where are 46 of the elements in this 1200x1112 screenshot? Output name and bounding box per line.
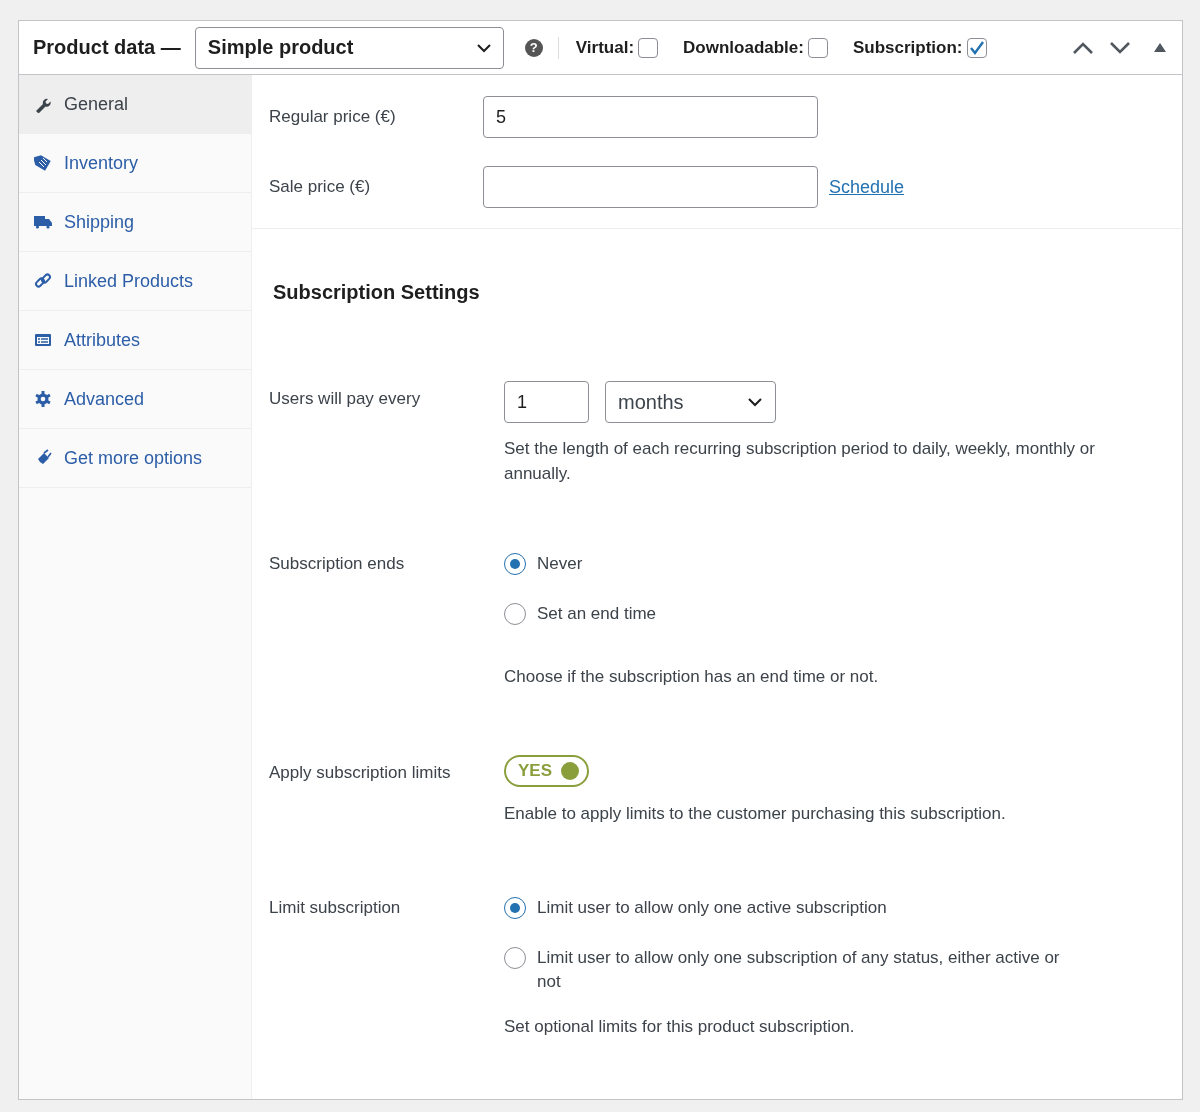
collapse-icon[interactable] <box>1154 43 1166 52</box>
sidebar-tab[interactable]: Linked Products <box>19 252 251 311</box>
tag-icon <box>34 154 52 172</box>
sidebar-tab[interactable]: Inventory <box>19 134 251 193</box>
truck-icon <box>34 213 52 231</box>
option-label: Limit user to allow only one subscription of any status, either active or not <box>537 947 1061 993</box>
move-up-icon[interactable] <box>1072 40 1094 55</box>
option-label: Virtual: <box>575 37 635 58</box>
sidebar-tab[interactable]: Attributes <box>19 311 251 370</box>
checkbox[interactable] <box>966 37 987 58</box>
field-description: Set optional limits for this product subscription. <box>504 1016 856 1038</box>
field-label: Limit subscription <box>269 897 402 918</box>
interval-input[interactable]: 1 <box>504 381 589 423</box>
checkbox[interactable] <box>638 37 659 58</box>
move-down-icon[interactable] <box>1109 40 1131 55</box>
chevron-down-icon <box>475 42 492 53</box>
checkbox[interactable] <box>807 37 828 58</box>
option-label: Set an end time <box>537 603 657 625</box>
sidebar-tab[interactable]: Get more options <box>19 429 251 488</box>
field-description: Enable to apply limits to the customer purchasing this subscription. <box>504 803 1007 825</box>
section-heading: Subscription Settings <box>273 281 481 304</box>
field-label: Users will pay every <box>269 388 422 409</box>
field-description: Set the length of each recurring subscription period to daily, weekly, monthly or annually. <box>504 438 1096 485</box>
list-icon <box>34 331 52 349</box>
field-description: Choose if the subscription has an end time or not. <box>504 666 880 688</box>
option-label: Subscription: <box>852 37 963 58</box>
price-input[interactable]: 5 <box>483 96 818 138</box>
sidebar-tab[interactable]: General <box>19 75 251 134</box>
period-dropdown[interactable]: months <box>605 381 776 423</box>
sidebar-tab[interactable]: Advanced <box>19 370 251 429</box>
link-icon <box>34 272 52 290</box>
sidebar-tab[interactable]: Shipping <box>19 193 251 252</box>
product-type-dropdown[interactable]: Simple product <box>194 26 504 69</box>
field-label: Apply subscription limits <box>269 762 452 783</box>
field-label: Regular price (€) <box>269 107 397 127</box>
field-label: Sale price (€) <box>269 177 372 197</box>
option-label: Never <box>537 553 583 575</box>
chevron-down-icon <box>747 397 763 407</box>
schedule-link[interactable]: Schedule <box>829 176 905 198</box>
option-label: Downloadable: <box>683 37 804 58</box>
price-input[interactable] <box>483 166 818 208</box>
help-icon[interactable]: ? <box>524 38 543 57</box>
field-label: Subscription ends <box>269 553 406 574</box>
gear-icon <box>34 390 52 408</box>
option-label: Limit user to allow only one active subscription <box>537 897 887 919</box>
panel-title: Product data — <box>33 36 181 59</box>
